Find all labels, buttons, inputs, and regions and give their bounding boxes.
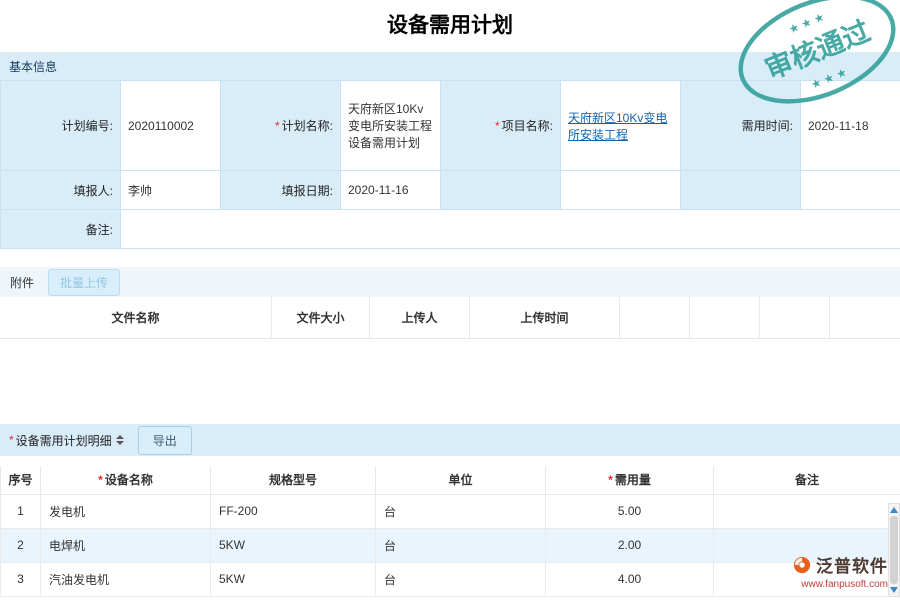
page-title: 设备需用计划 bbox=[0, 0, 900, 52]
col-header-qty: *需用量 bbox=[546, 466, 714, 494]
cell-name: 电焊机 bbox=[41, 528, 211, 562]
batch-upload-button[interactable]: 批量上传 bbox=[48, 269, 120, 296]
empty-value-cell bbox=[801, 171, 900, 210]
sort-icon[interactable] bbox=[116, 435, 124, 445]
empty-label-cell bbox=[681, 171, 801, 210]
scroll-down-arrow-icon[interactable] bbox=[890, 587, 898, 593]
project-name-label: *项目名称: bbox=[441, 81, 561, 171]
required-icon: * bbox=[495, 119, 500, 133]
report-date-value: 2020-11-16 bbox=[341, 171, 441, 210]
cell-seq: 2 bbox=[1, 528, 41, 562]
cell-model: 5KW bbox=[211, 562, 376, 596]
details-section-header: * 设备需用计划明细 导出 bbox=[0, 424, 900, 456]
attachments-empty-area bbox=[0, 339, 900, 394]
cell-name: 发电机 bbox=[41, 494, 211, 528]
col-header-unit: 单位 bbox=[376, 466, 546, 494]
vendor-logo: 泛普软件 www.fanpusoft.com bbox=[793, 552, 888, 590]
required-icon: * bbox=[608, 473, 613, 487]
attachment-col-uploader: 上传人 bbox=[370, 297, 470, 338]
basic-info-title: 基本信息 bbox=[9, 58, 57, 75]
cell-model: 5KW bbox=[211, 528, 376, 562]
need-time-label: 需用时间: bbox=[681, 81, 801, 171]
attachment-col-file-size: 文件大小 bbox=[272, 297, 370, 338]
table-row: 3 汽油发电机 5KW 台 4.00 bbox=[1, 562, 900, 596]
attachment-col-empty bbox=[690, 297, 760, 338]
details-table: 序号 *设备名称 规格型号 单位 *需用量 备注 1 发电机 FF-200 台 … bbox=[0, 466, 900, 597]
cell-qty: 4.00 bbox=[546, 562, 714, 596]
need-time-value: 2020-11-18 bbox=[801, 81, 900, 171]
vendor-name: 泛普软件 bbox=[816, 552, 888, 577]
reporter-label: 填报人: bbox=[1, 171, 121, 210]
details-title: 设备需用计划明细 bbox=[16, 432, 112, 449]
fanpu-logo-icon bbox=[793, 556, 811, 574]
table-row: 2 电焊机 5KW 台 2.00 bbox=[1, 528, 900, 562]
equipment-plan-page: 设备需用计划 审核通过 ★ ★ ★ ★ ★ ★ 基本信息 计划编号: 20201… bbox=[0, 0, 900, 600]
cell-unit: 台 bbox=[376, 528, 546, 562]
basic-info-section-header: 基本信息 bbox=[0, 52, 900, 80]
empty-label-cell bbox=[441, 171, 561, 210]
col-header-remark: 备注 bbox=[714, 466, 900, 494]
required-icon: * bbox=[275, 119, 280, 133]
attachment-col-empty bbox=[830, 297, 900, 338]
cell-qty: 5.00 bbox=[546, 494, 714, 528]
plan-name-value: 天府新区10Kv变电所安装工程设备需用计划 bbox=[341, 81, 441, 171]
col-header-seq: 序号 bbox=[1, 466, 41, 494]
required-icon: * bbox=[98, 473, 103, 487]
attachment-col-empty bbox=[760, 297, 830, 338]
plan-no-value: 2020110002 bbox=[121, 81, 221, 171]
table-row: 1 发电机 FF-200 台 5.00 bbox=[1, 494, 900, 528]
cell-model: FF-200 bbox=[211, 494, 376, 528]
attachments-title: 附件 bbox=[10, 274, 34, 291]
report-date-label: 填报日期: bbox=[221, 171, 341, 210]
plan-name-label: *计划名称: bbox=[221, 81, 341, 171]
cell-seq: 1 bbox=[1, 494, 41, 528]
scrollbar-thumb[interactable] bbox=[890, 516, 898, 584]
vendor-url: www.fanpusoft.com bbox=[793, 579, 888, 590]
attachment-col-file-name: 文件名称 bbox=[0, 297, 272, 338]
attachments-section-header: 附件 批量上传 bbox=[0, 267, 900, 297]
attachments-section: 附件 批量上传 文件名称 文件大小 上传人 上传时间 bbox=[0, 267, 900, 394]
cell-seq: 3 bbox=[1, 562, 41, 596]
cell-unit: 台 bbox=[376, 494, 546, 528]
empty-value-cell bbox=[561, 171, 681, 210]
col-header-name: *设备名称 bbox=[41, 466, 211, 494]
reporter-value: 李帅 bbox=[121, 171, 221, 210]
export-button[interactable]: 导出 bbox=[138, 426, 192, 455]
cell-name: 汽油发电机 bbox=[41, 562, 211, 596]
details-section: * 设备需用计划明细 导出 序号 *设备名称 规格型号 单位 *需用量 备注 bbox=[0, 424, 900, 597]
col-header-model: 规格型号 bbox=[211, 466, 376, 494]
plan-no-label: 计划编号: bbox=[1, 81, 121, 171]
project-name-value: 天府新区10Kv变电所安装工程 bbox=[561, 81, 681, 171]
cell-unit: 台 bbox=[376, 562, 546, 596]
required-icon: * bbox=[9, 433, 14, 447]
details-header-row: 序号 *设备名称 规格型号 单位 *需用量 备注 bbox=[1, 466, 900, 494]
cell-remark bbox=[714, 494, 900, 528]
cell-qty: 2.00 bbox=[546, 528, 714, 562]
attachment-col-empty bbox=[620, 297, 690, 338]
vertical-scrollbar[interactable] bbox=[888, 503, 900, 597]
attachments-table-header: 文件名称 文件大小 上传人 上传时间 bbox=[0, 297, 900, 339]
project-link[interactable]: 天府新区10Kv变电所安装工程 bbox=[568, 111, 667, 142]
remark-label: 备注: bbox=[1, 210, 121, 249]
attachment-col-upload-time: 上传时间 bbox=[470, 297, 620, 338]
remark-value bbox=[121, 210, 900, 249]
scroll-up-arrow-icon[interactable] bbox=[890, 507, 898, 513]
basic-info-table: 计划编号: 2020110002 *计划名称: 天府新区10Kv变电所安装工程设… bbox=[0, 80, 900, 249]
